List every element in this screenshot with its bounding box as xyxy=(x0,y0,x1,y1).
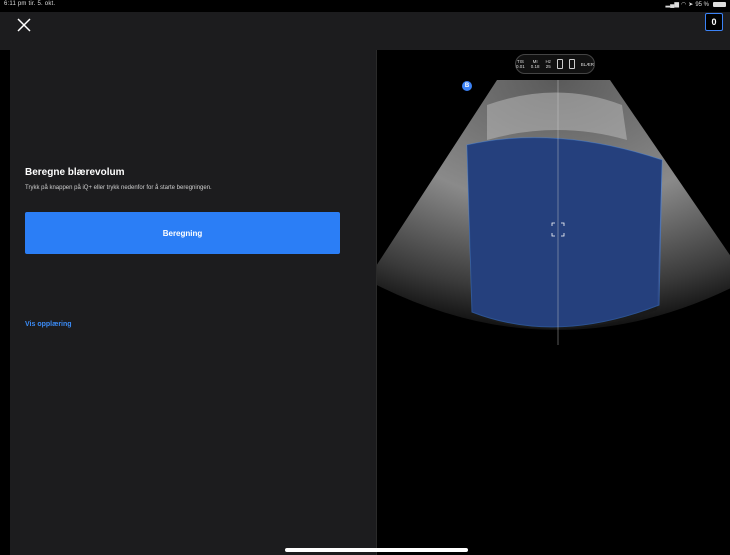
panel-title: Beregne blærevolum xyxy=(25,167,125,178)
bladder-overlay xyxy=(466,137,663,328)
mi-param: MI 0.18 xyxy=(530,59,540,69)
probe-battery-icon xyxy=(557,59,563,69)
status-time: 6:11 pm xyxy=(4,1,27,7)
status-date: tir. 5. okt. xyxy=(28,1,56,7)
show-tutorial-link[interactable]: Vis opplæring xyxy=(25,321,72,328)
battery-percent: 95 % xyxy=(695,1,709,8)
b-mode-marker: B xyxy=(462,81,472,91)
battery-icon xyxy=(713,2,726,7)
signal-icon: ▂▄▆ xyxy=(665,2,680,8)
ultrasound-view[interactable]: TIS 0.01 MI 0.18 Hz 25 BLÆR B xyxy=(377,50,730,555)
left-panel xyxy=(10,50,376,555)
top-bar xyxy=(0,12,730,50)
status-time-date: 6:11 pm tir. 5. okt. xyxy=(4,1,55,7)
home-indicator[interactable] xyxy=(285,548,468,552)
calculate-button[interactable]: Beregning xyxy=(25,212,340,254)
status-bar xyxy=(0,0,730,12)
preset-label: BLÆR xyxy=(580,61,594,67)
ultrasound-image xyxy=(377,80,730,345)
probe-icon xyxy=(568,59,575,69)
close-button[interactable] xyxy=(15,16,33,34)
hz-param: Hz 25 xyxy=(545,59,552,69)
status-indicators: ▂▄▆ ◠ ➤ 95 % xyxy=(666,1,726,8)
wifi-icon: ◠ xyxy=(681,2,687,8)
tis-param: TIS 0.01 xyxy=(516,59,525,69)
panel-subtitle: Trykk på knappen på iQ+ eller trykk nede… xyxy=(25,185,212,191)
location-icon: ➤ xyxy=(688,2,694,8)
close-icon xyxy=(17,18,31,32)
scan-parameters: TIS 0.01 MI 0.18 Hz 25 BLÆR xyxy=(515,54,595,74)
count-badge[interactable]: 0 xyxy=(705,13,723,31)
